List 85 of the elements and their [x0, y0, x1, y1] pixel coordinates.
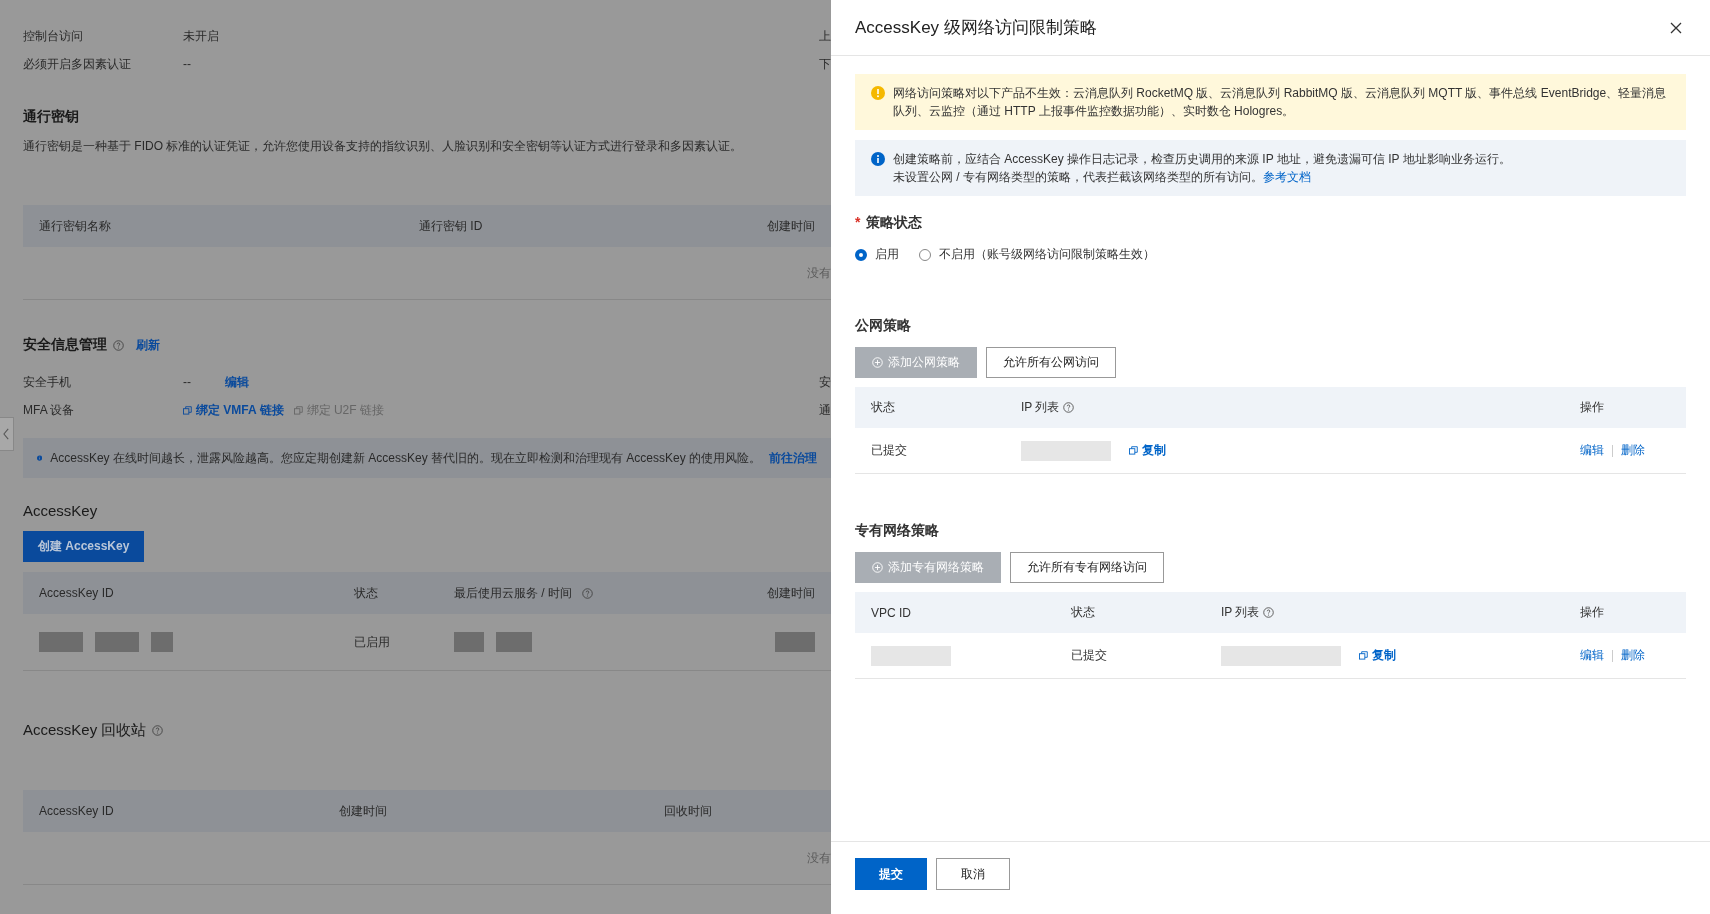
bind-link[interactable]: 绑定 VMFA 链接	[183, 401, 284, 419]
plus-icon	[872, 562, 883, 573]
cancel-button[interactable]: 取消	[936, 858, 1010, 890]
blurred-value	[95, 632, 139, 652]
column-header: 创建时间	[767, 584, 815, 602]
section-title: AccessKey 回收站	[23, 721, 147, 740]
docs-link[interactable]: 参考文档	[1263, 170, 1311, 184]
field-label: 下	[819, 55, 831, 73]
field-value: 未开启	[183, 27, 219, 45]
create-button[interactable]: 创建 AccessKey	[23, 531, 145, 562]
column-header: IP 列表	[1221, 604, 1580, 621]
column-header: 操作	[1580, 604, 1605, 621]
copy-icon	[1359, 651, 1368, 660]
plus-icon	[872, 357, 883, 368]
column-header: 通行密钥名称	[39, 217, 112, 235]
column-header: 操作	[1580, 399, 1605, 416]
field-label: 通	[819, 401, 831, 419]
field-label: 控制台访问	[23, 27, 84, 45]
column-header: 状态	[871, 399, 896, 416]
empty-text: 没有	[807, 849, 831, 867]
column-header: 状态	[354, 584, 379, 602]
section-title: 安全信息管理	[23, 336, 107, 354]
copy-link[interactable]: 复制	[1129, 442, 1166, 459]
field-label: 策略状态	[866, 214, 923, 232]
blurred-value	[39, 632, 83, 652]
drawer-title: AccessKey 级网络访问限制策略	[855, 17, 1097, 39]
column-header: 通行密钥 ID	[419, 217, 484, 235]
required-mark: *	[855, 214, 861, 232]
help-icon[interactable]	[582, 587, 593, 599]
field-label: 上	[819, 27, 831, 45]
edit-link[interactable]: 编辑	[225, 373, 249, 391]
column-header: AccessKey ID	[39, 586, 115, 600]
table-cell-text: 已启用	[354, 633, 391, 651]
field-label: 必须开启多因素认证	[23, 55, 132, 73]
field-label: 安全手机	[23, 373, 72, 391]
warning-icon	[871, 86, 885, 100]
info-icon	[871, 152, 885, 166]
column-header: IP 列表	[1021, 399, 1580, 416]
column-header: 状态	[1071, 604, 1096, 621]
copy-icon	[293, 405, 303, 415]
blurred-value	[775, 632, 815, 652]
help-icon[interactable]	[1063, 402, 1075, 413]
delete-link[interactable]: 删除	[1621, 442, 1645, 459]
section-title: 公网策略	[855, 317, 912, 335]
allow-all-button[interactable]: 允许所有公网访问	[986, 347, 1116, 378]
copy-link[interactable]: 复制	[1359, 647, 1396, 664]
radio-option[interactable]: 启用	[855, 246, 899, 263]
warning-text: 网络访问策略对以下产品不生效：云消息队列 RocketMQ 版、云消息队列 RabbitMQ 版、云消息队列 MQTT 版、事件总线 EventBridge、轻量消息队列、云监控（通过 HTTP 上报事件监控数据功能）、实时数仓 Hologres。	[893, 85, 1668, 120]
help-icon[interactable]	[113, 339, 124, 351]
field-label: 安	[819, 373, 831, 391]
field-label: MFA 设备	[23, 401, 76, 419]
info-text: 创建策略前，应结合 AccessKey 操作日志记录，检查历史调用的来源 IP 地址，避免遗漏可信 IP 地址影响业务运行。	[893, 151, 1511, 168]
radio-button[interactable]	[855, 248, 867, 261]
column-header: VPC ID	[871, 605, 912, 620]
column-header: 创建时间	[339, 802, 388, 820]
refresh-link[interactable]: 刷新	[136, 336, 160, 354]
collapse-handle[interactable]	[0, 417, 14, 451]
edit-link[interactable]: 编辑	[1580, 442, 1604, 459]
section-description: 通行密钥是一种基于 FIDO 标准的认证凭证，允许您使用设备支持的指纹识别、人脸识别和安全密钥等认证方式进行登录和多因素认证。	[23, 138, 744, 155]
empty-text: 没有	[807, 264, 831, 282]
field-value: --	[183, 375, 192, 389]
copy-icon	[183, 405, 192, 415]
info-text: 未设置公网 / 专有网络类型的策略，代表拦截该网络类型的所有访问。	[893, 170, 1263, 184]
column-header: 创建时间	[767, 217, 815, 235]
help-icon[interactable]	[1263, 607, 1275, 618]
column-header: 最后使用云服务 / 时间	[454, 584, 767, 602]
column-header: 回收时间	[664, 802, 713, 820]
submit-button[interactable]: 提交	[855, 858, 927, 890]
notice-text: AccessKey 在线时间越长，泄露风险越高。您应定期创建新 AccessKey 替代旧的。现在立即检测和治理现有 AccessKey 的使用风险。	[50, 449, 761, 467]
section-title: 专有网络策略	[855, 522, 940, 540]
edit-link[interactable]: 编辑	[1580, 647, 1604, 664]
help-icon[interactable]	[152, 725, 164, 736]
allow-all-button[interactable]: 允许所有专有网络访问	[1010, 552, 1164, 583]
delete-link[interactable]: 删除	[1621, 647, 1645, 664]
column-header: AccessKey ID	[39, 804, 115, 818]
section-title: 通行密钥	[23, 108, 80, 126]
table-cell-text: 已提交	[1071, 647, 1108, 664]
radio-option[interactable]: 不启用（账号级网络访问限制策略生效）	[919, 246, 1155, 263]
copy-icon	[1129, 446, 1138, 455]
table-cell-text: 已提交	[871, 442, 908, 459]
blurred-value	[151, 632, 173, 652]
blurred-value	[496, 632, 532, 652]
blurred-value	[454, 632, 484, 652]
section-title: AccessKey	[23, 502, 99, 519]
field-value: --	[183, 57, 192, 71]
